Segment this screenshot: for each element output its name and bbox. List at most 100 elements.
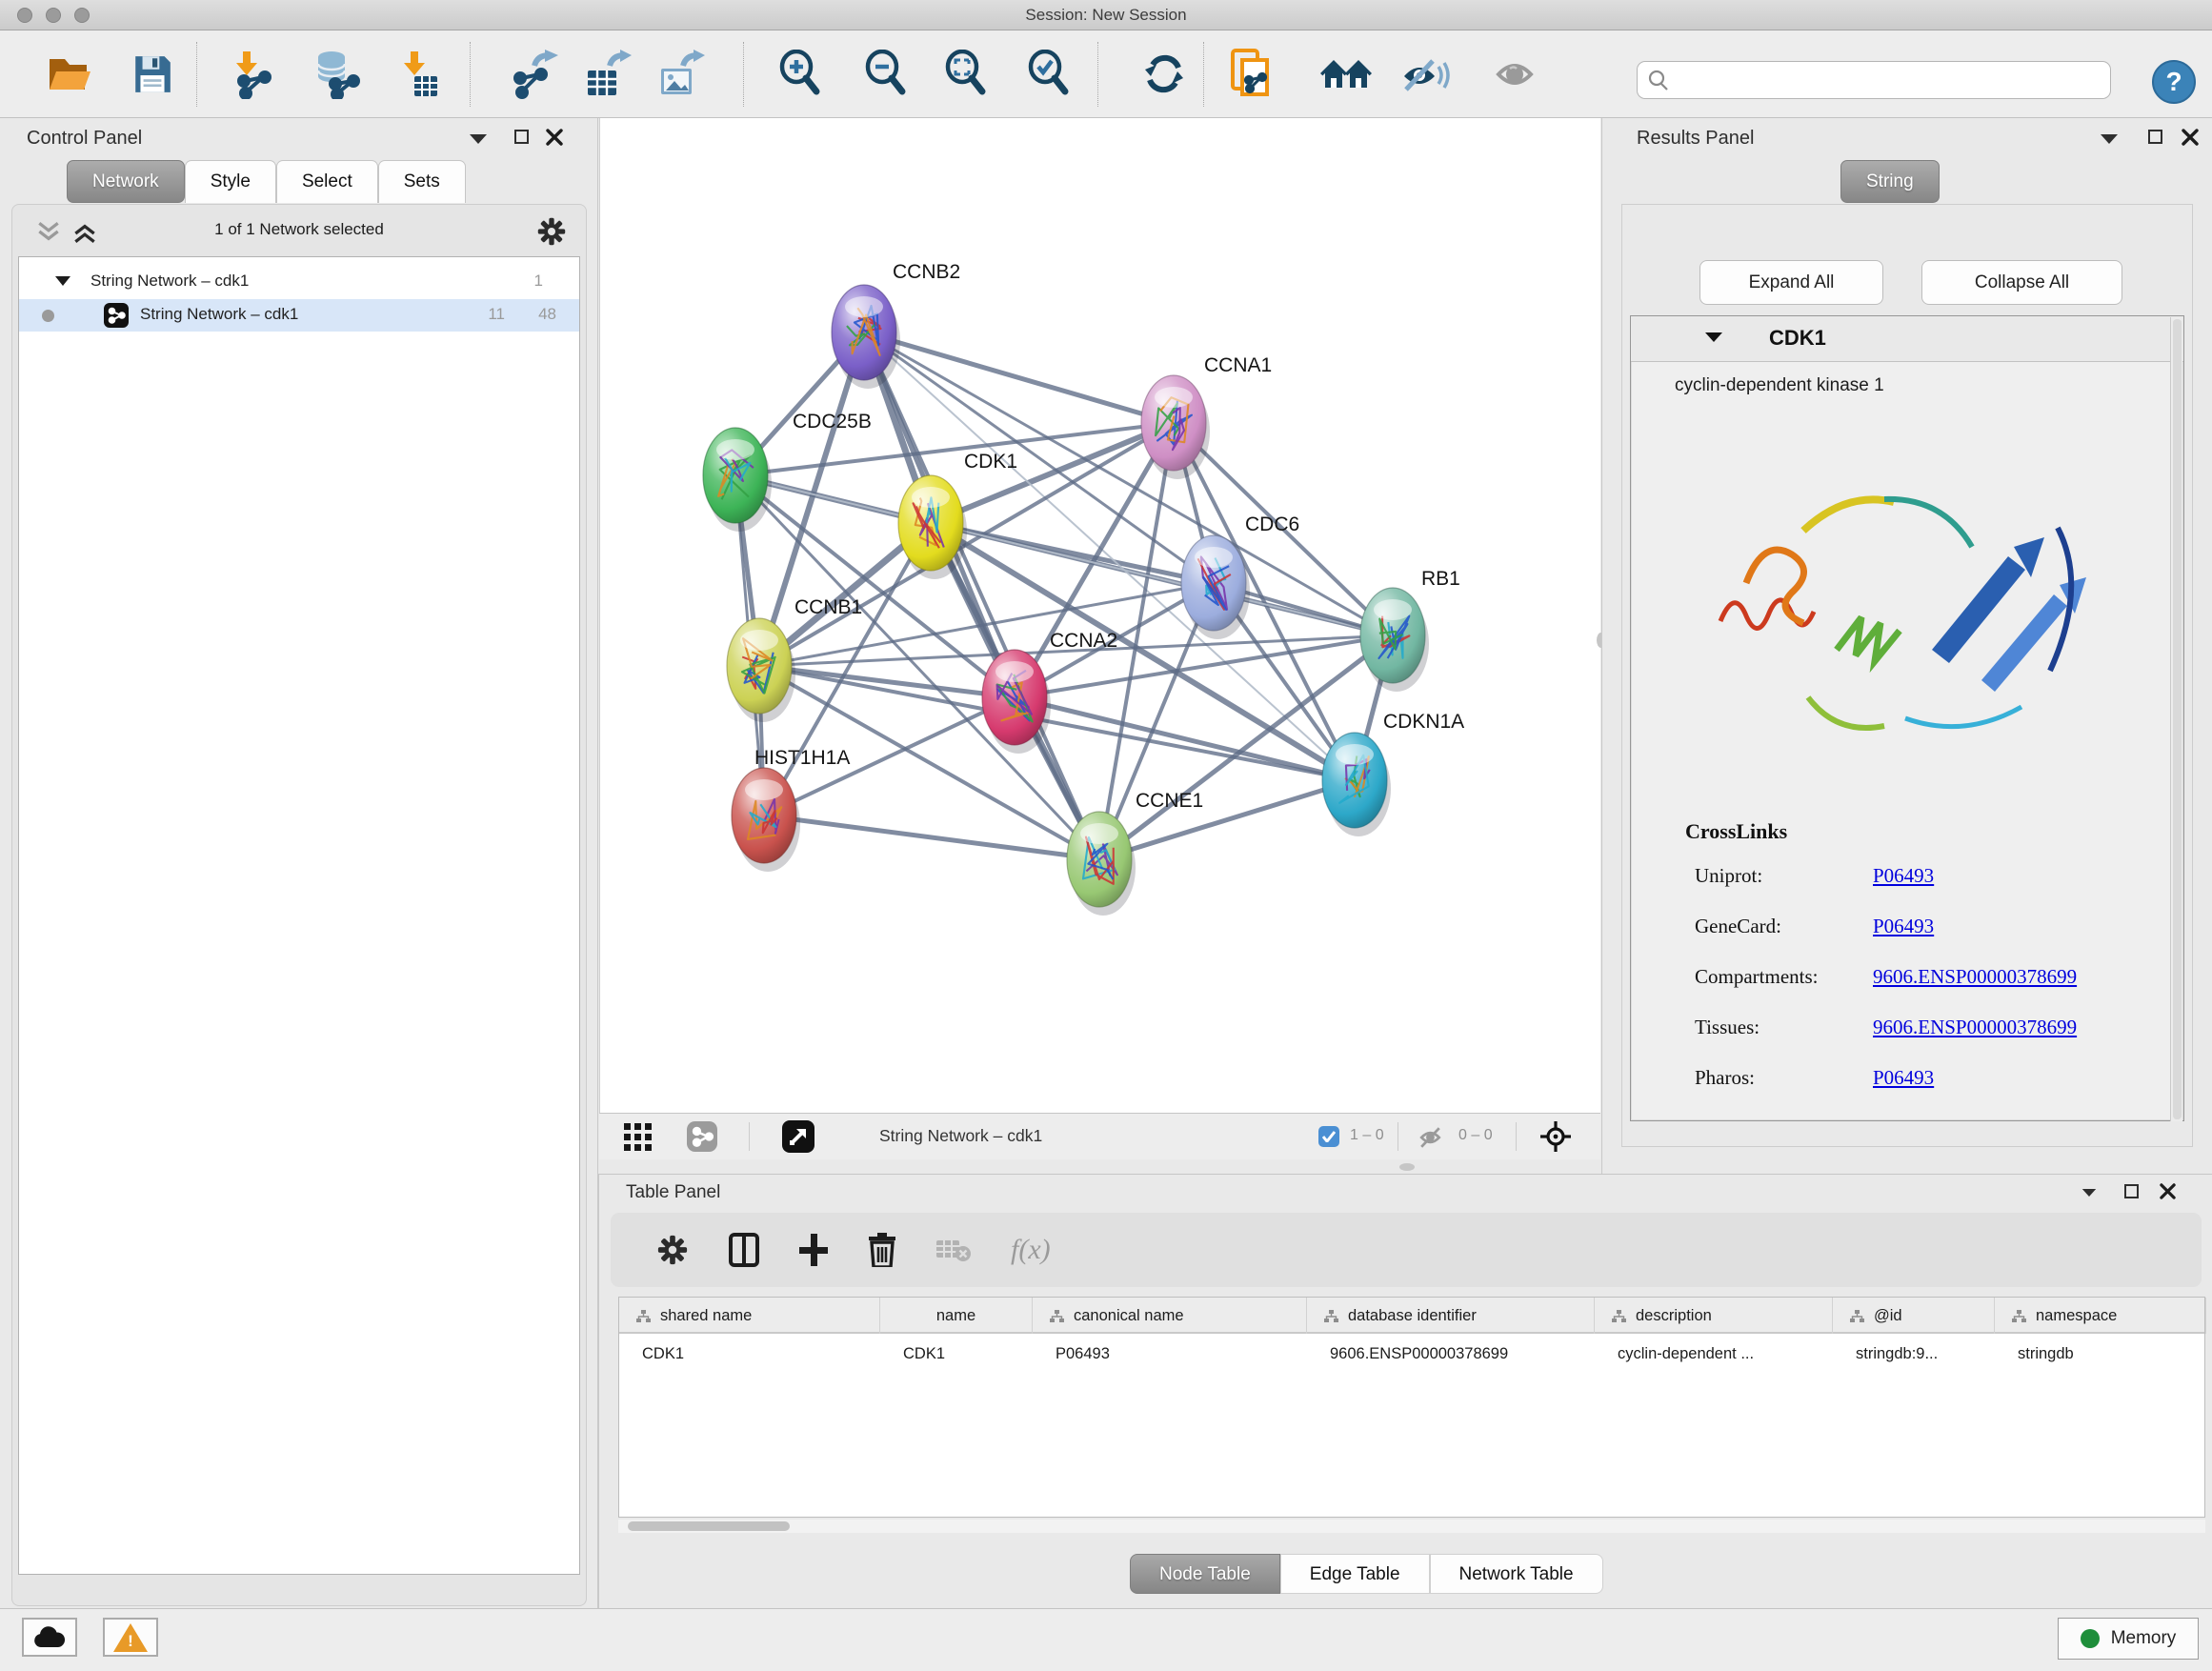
crosslink-value-link[interactable]: 9606.ENSP00000378699 [1873, 1016, 2077, 1039]
memory-button[interactable]: Memory [2058, 1618, 2199, 1660]
delete-column-trash-icon[interactable] [868, 1233, 896, 1267]
splitter-knob[interactable] [1399, 1163, 1415, 1171]
crosslink-value-link[interactable]: P06493 [1873, 1066, 1934, 1090]
network-edge[interactable] [764, 815, 1099, 859]
collapse-all-button[interactable]: Collapse All [1921, 260, 2122, 305]
horizontal-splitter[interactable] [599, 1159, 1600, 1174]
export-image-button[interactable] [654, 48, 707, 101]
gear-icon[interactable] [536, 216, 567, 247]
table-cell[interactable]: 9606.ENSP00000378699 [1307, 1336, 1595, 1372]
tab-node-table[interactable]: Node Table [1130, 1554, 1280, 1594]
network-node-RB1[interactable] [1360, 588, 1429, 692]
table-cell[interactable]: CDK1 [619, 1336, 880, 1372]
import-table-file-button[interactable] [392, 48, 445, 101]
window-minimize-light[interactable] [46, 8, 61, 23]
network-edge[interactable] [759, 666, 1015, 697]
import-network-database-button[interactable] [309, 48, 362, 101]
open-session-button[interactable] [43, 48, 96, 101]
open-in-new-window-icon[interactable] [782, 1120, 814, 1153]
column-header--id[interactable]: @id [1833, 1298, 1995, 1334]
tab-network[interactable]: Network [67, 160, 185, 203]
zoom-out-button[interactable] [859, 48, 913, 101]
show-columns-icon[interactable] [729, 1233, 759, 1267]
table-cell[interactable]: stringdb:9... [1833, 1336, 1995, 1372]
network-node-CCNE1[interactable] [1067, 812, 1136, 916]
warning-button[interactable]: ! [103, 1618, 158, 1657]
selected-count-checkbox[interactable] [1318, 1126, 1339, 1147]
panel-menu-icon[interactable] [2082, 1189, 2096, 1197]
network-node-CCNB2[interactable] [832, 285, 900, 389]
network-collection-row[interactable]: String Network – cdk1 1 [19, 267, 579, 299]
show-all-eye-button[interactable] [1489, 48, 1542, 101]
zoom-fit-button[interactable] [939, 48, 993, 101]
table-cell[interactable]: CDK1 [880, 1336, 1033, 1372]
table-cell[interactable]: stringdb [1995, 1336, 2206, 1372]
birds-eye-grid-icon[interactable] [624, 1123, 653, 1152]
tab-string[interactable]: String [1840, 160, 1940, 203]
panel-close-icon[interactable] [2160, 1183, 2176, 1199]
zoom-in-button[interactable] [774, 48, 827, 101]
create-column-plus-icon[interactable] [799, 1234, 828, 1266]
panel-menu-icon[interactable] [470, 134, 487, 144]
hide-selected-eye-button[interactable] [1398, 48, 1452, 101]
zoom-selected-button[interactable] [1022, 48, 1076, 101]
string-panel-toggle-icon[interactable] [687, 1121, 717, 1152]
crosslink-value-link[interactable]: P06493 [1873, 915, 1934, 938]
column-header-database-identifier[interactable]: database identifier [1307, 1298, 1595, 1334]
network-edge[interactable] [864, 332, 1099, 859]
expand-all-button[interactable]: Expand All [1699, 260, 1883, 305]
network-row-selected[interactable]: String Network – cdk1 11 48 [19, 299, 579, 332]
fit-selected-crosshair-icon[interactable] [1540, 1121, 1571, 1152]
tab-select[interactable]: Select [276, 160, 378, 203]
table-cell[interactable]: P06493 [1033, 1336, 1307, 1372]
results-scrollbar-thumb[interactable] [2173, 319, 2182, 1119]
column-header-canonical-name[interactable]: canonical name [1033, 1298, 1307, 1334]
table-cell[interactable]: cyclin-dependent ... [1595, 1336, 1833, 1372]
window-close-light[interactable] [17, 8, 32, 23]
panel-close-icon[interactable] [546, 129, 563, 146]
table-hscrollbar[interactable] [618, 1520, 2205, 1533]
tree-expander-icon[interactable] [55, 276, 70, 286]
panel-float-icon[interactable] [514, 130, 529, 144]
network-graph[interactable]: CCNB2CCNA1CDC25BCDK1CDC6RB1CCNB1CCNA2CDK… [600, 118, 1601, 1113]
network-node-CDKN1A[interactable] [1322, 733, 1391, 836]
network-edge[interactable] [864, 332, 1174, 423]
column-header-shared-name[interactable]: shared name [619, 1298, 880, 1334]
node-table[interactable]: shared namenamecanonical namedatabase id… [618, 1297, 2205, 1518]
export-table-button[interactable] [580, 48, 633, 101]
gear-icon[interactable] [656, 1234, 689, 1266]
function-builder-icon[interactable]: f(x) [1011, 1234, 1051, 1266]
network-node-CCNB1[interactable] [727, 618, 795, 722]
network-node-CCNA2[interactable] [982, 650, 1051, 754]
column-header-description[interactable]: description [1595, 1298, 1833, 1334]
tab-sets[interactable]: Sets [378, 160, 466, 203]
search-input[interactable] [1670, 64, 2110, 96]
clone-network-button[interactable] [1225, 48, 1278, 101]
tab-network-table[interactable]: Network Table [1430, 1554, 1603, 1594]
import-network-file-button[interactable] [224, 48, 277, 101]
network-home-button[interactable] [1320, 48, 1374, 101]
save-session-button[interactable] [126, 48, 179, 101]
window-zoom-light[interactable] [74, 8, 90, 23]
protein-card-header[interactable]: CDK1 [1631, 316, 2183, 362]
table-hscrollbar-thumb[interactable] [628, 1521, 790, 1531]
cloud-button[interactable] [22, 1618, 77, 1657]
help-button[interactable]: ? [2152, 60, 2196, 104]
export-network-button[interactable] [507, 48, 560, 101]
tab-style[interactable]: Style [185, 160, 276, 203]
network-node-HIST1H1A[interactable] [732, 768, 800, 872]
refresh-view-button[interactable] [1137, 48, 1191, 101]
panel-close-icon[interactable] [2182, 129, 2199, 146]
panel-menu-icon[interactable] [2101, 134, 2118, 144]
panel-float-icon[interactable] [2148, 130, 2162, 144]
results-scrollbar[interactable] [2170, 317, 2182, 1121]
column-header-name[interactable]: name [880, 1298, 1033, 1334]
network-view-canvas[interactable]: CCNB2CCNA1CDC25BCDK1CDC6RB1CCNB1CCNA2CDK… [599, 118, 1600, 1113]
delete-table-icon[interactable] [936, 1237, 971, 1263]
column-header-namespace[interactable]: namespace [1995, 1298, 2206, 1334]
crosslink-value-link[interactable]: P06493 [1873, 864, 1934, 888]
card-collapse-icon[interactable] [1705, 332, 1722, 342]
crosslink-value-link[interactable]: 9606.ENSP00000378699 [1873, 965, 2077, 989]
panel-float-icon[interactable] [2124, 1184, 2139, 1198]
tab-edge-table[interactable]: Edge Table [1280, 1554, 1430, 1594]
